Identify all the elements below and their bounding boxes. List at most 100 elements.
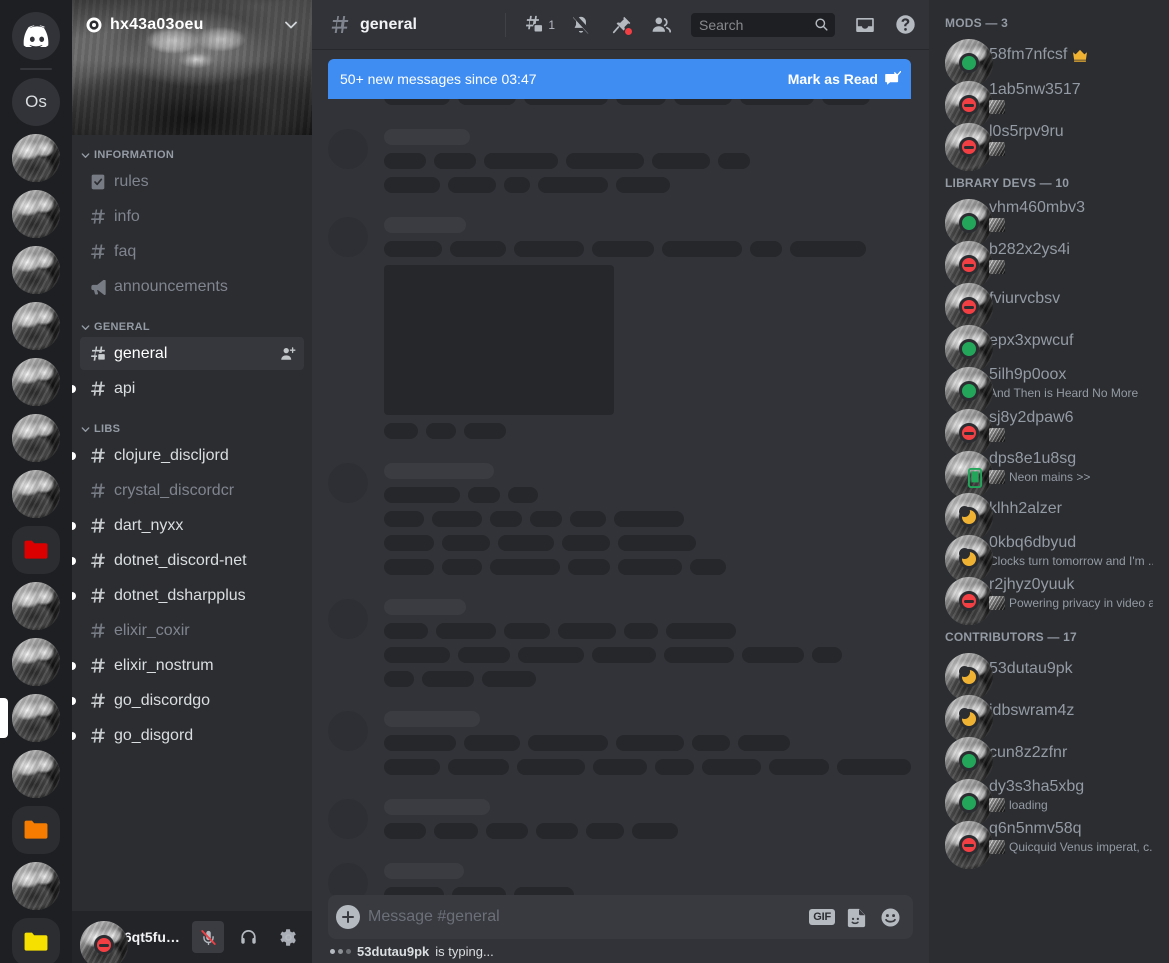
notifications-button[interactable]: [565, 9, 597, 41]
text-pill: [664, 647, 734, 663]
server-avatar-6[interactable]: [12, 414, 60, 462]
channel-faq[interactable]: faq: [80, 235, 304, 268]
member-list-panel[interactable]: MODS — 3 58fm7nfcsf 1ab5nw3517 l0s5rpv9ru LI…: [929, 0, 1169, 963]
member-row[interactable]: r2jhyz0yuuk Powering privacy in video a..…: [937, 572, 1161, 625]
member-row[interactable]: l0s5rpv9ru: [937, 118, 1161, 171]
server-avatar-12[interactable]: [12, 862, 60, 910]
gif-picker-button[interactable]: GIF: [809, 908, 835, 926]
server-rail[interactable]: Os: [0, 0, 72, 963]
channel-crystal_discordcr[interactable]: crystal_discordcr: [80, 474, 304, 507]
channel-dotnet_dsharpplus[interactable]: dotnet_dsharpplus: [72, 579, 304, 612]
server-avatar-4[interactable]: [12, 302, 60, 350]
channel-clojure_discljord[interactable]: clojure_discljord: [72, 439, 304, 472]
member-row[interactable]: epx3xpwcuf: [937, 320, 1161, 373]
sticker-picker-button[interactable]: [843, 904, 869, 930]
text-pill: [448, 177, 496, 193]
member-row[interactable]: sj8y2dpaw6: [937, 404, 1161, 457]
server-avatar-9[interactable]: [12, 638, 60, 686]
channel-dotnet_discord-net[interactable]: dotnet_discord-net: [72, 544, 304, 577]
emoji-picker-button[interactable]: [877, 904, 903, 930]
folder-red[interactable]: [12, 526, 60, 574]
server-avatar-5[interactable]: [12, 358, 60, 406]
text-pill: [536, 823, 578, 839]
attach-file-button[interactable]: [336, 905, 360, 929]
mark-as-read-button[interactable]: Mark as Read: [788, 70, 901, 88]
server-avatar-1[interactable]: [12, 134, 60, 182]
avatar: [945, 653, 993, 701]
text-pill: [566, 153, 644, 169]
new-messages-banner[interactable]: 50+ new messages since 03:47 Mark as Rea…: [328, 59, 911, 99]
folder-orange[interactable]: [12, 806, 60, 854]
server-banner[interactable]: hx43a03oeu: [72, 0, 312, 135]
channel-category-general[interactable]: GENERAL: [72, 305, 312, 337]
user-settings-button[interactable]: [272, 921, 304, 953]
channel-api[interactable]: api: [72, 372, 304, 405]
member-row[interactable]: 58fm7nfcsf: [937, 34, 1161, 87]
text-pill: [384, 423, 418, 439]
channel-info[interactable]: info: [80, 200, 304, 233]
text-pill: [530, 511, 562, 527]
channel-rules[interactable]: rules: [80, 165, 304, 198]
member-row[interactable]: 0kbq6dbyud Clocks turn tomorrow and I'm .…: [937, 530, 1161, 583]
server-avatar-11[interactable]: [12, 750, 60, 798]
member-row[interactable]: b282x2ys4i: [937, 236, 1161, 289]
message-list[interactable]: [312, 49, 929, 895]
text-line-placeholder: [384, 487, 911, 503]
search-input[interactable]: [691, 12, 835, 37]
text-pill: [516, 759, 585, 775]
channel-dart_nyxx[interactable]: dart_nyxx: [72, 509, 304, 542]
server-avatar-10[interactable]: [0, 694, 60, 742]
text-pill: [655, 759, 695, 775]
status-badge: [959, 548, 979, 569]
member-row[interactable]: cun8z2zfnr: [937, 732, 1161, 785]
server-os[interactable]: Os: [12, 78, 60, 126]
pinned-messages-button[interactable]: [605, 9, 637, 41]
member-text: 0kbq6dbyud Clocks turn tomorrow and I'm .…: [989, 533, 1153, 569]
member-row[interactable]: vhm460mbv3: [937, 194, 1161, 247]
channel-list[interactable]: INFORMATION rules info faq announcements GENE…: [72, 135, 312, 911]
channel-elixir_nostrum[interactable]: elixir_nostrum: [72, 649, 304, 682]
message-composer[interactable]: GIF: [328, 895, 913, 939]
mic-muted-button[interactable]: [192, 921, 224, 953]
inbox-button[interactable]: [849, 9, 881, 41]
search-field[interactable]: [699, 16, 810, 33]
channel-elixir_coxir[interactable]: elixir_coxir: [80, 614, 304, 647]
custom-emoji-icon: [989, 142, 1005, 156]
member-row[interactable]: 1ab5nw3517: [937, 76, 1161, 129]
server-avatar-8[interactable]: [12, 582, 60, 630]
server-header[interactable]: hx43a03oeu: [72, 0, 312, 50]
channel-go_disgord[interactable]: go_disgord: [72, 719, 304, 752]
channel-go_discordgo[interactable]: go_discordgo: [72, 684, 304, 717]
add-member-icon[interactable]: [280, 346, 296, 362]
channel-general[interactable]: general: [80, 337, 304, 370]
avatar: [945, 123, 993, 171]
text-pill: [442, 535, 490, 551]
text-pill: [592, 759, 648, 775]
member-row[interactable]: jdbswram4z: [937, 690, 1161, 743]
channel-category-libs[interactable]: LIBS: [72, 407, 312, 439]
member-row[interactable]: q6n5nmv58q Quicquid Venus imperat, c...: [937, 816, 1161, 869]
member-row[interactable]: dps8e1u8sg Neon mains >>: [937, 446, 1161, 499]
threads-button[interactable]: 1: [520, 9, 557, 41]
discord-home[interactable]: [12, 12, 60, 60]
member-list-button[interactable]: [645, 9, 677, 41]
text-pill: [384, 177, 440, 193]
member-row[interactable]: fviurvcbsv: [937, 278, 1161, 331]
message-input[interactable]: [368, 897, 802, 937]
channel-category-information[interactable]: INFORMATION: [72, 145, 312, 165]
deafen-button[interactable]: [232, 921, 264, 953]
help-button[interactable]: [889, 9, 921, 41]
member-row[interactable]: dy3s3ha5xbg loading: [937, 774, 1161, 827]
server-avatar-7[interactable]: [12, 470, 60, 518]
channel-topbar: general 1: [312, 0, 929, 49]
text-pill: [384, 535, 434, 551]
chevron-down-icon[interactable]: [282, 16, 300, 34]
member-row[interactable]: 53dutau9pk: [937, 648, 1161, 701]
member-row[interactable]: 5ilh9p0oox And Then is Heard No More: [937, 362, 1161, 415]
member-row[interactable]: klhh2alzer: [937, 488, 1161, 541]
avatar[interactable]: [80, 921, 128, 963]
folder-yellow[interactable]: [12, 918, 60, 963]
channel-announcements[interactable]: announcements: [80, 270, 304, 303]
server-avatar-2[interactable]: [12, 190, 60, 238]
server-avatar-3[interactable]: [12, 246, 60, 294]
